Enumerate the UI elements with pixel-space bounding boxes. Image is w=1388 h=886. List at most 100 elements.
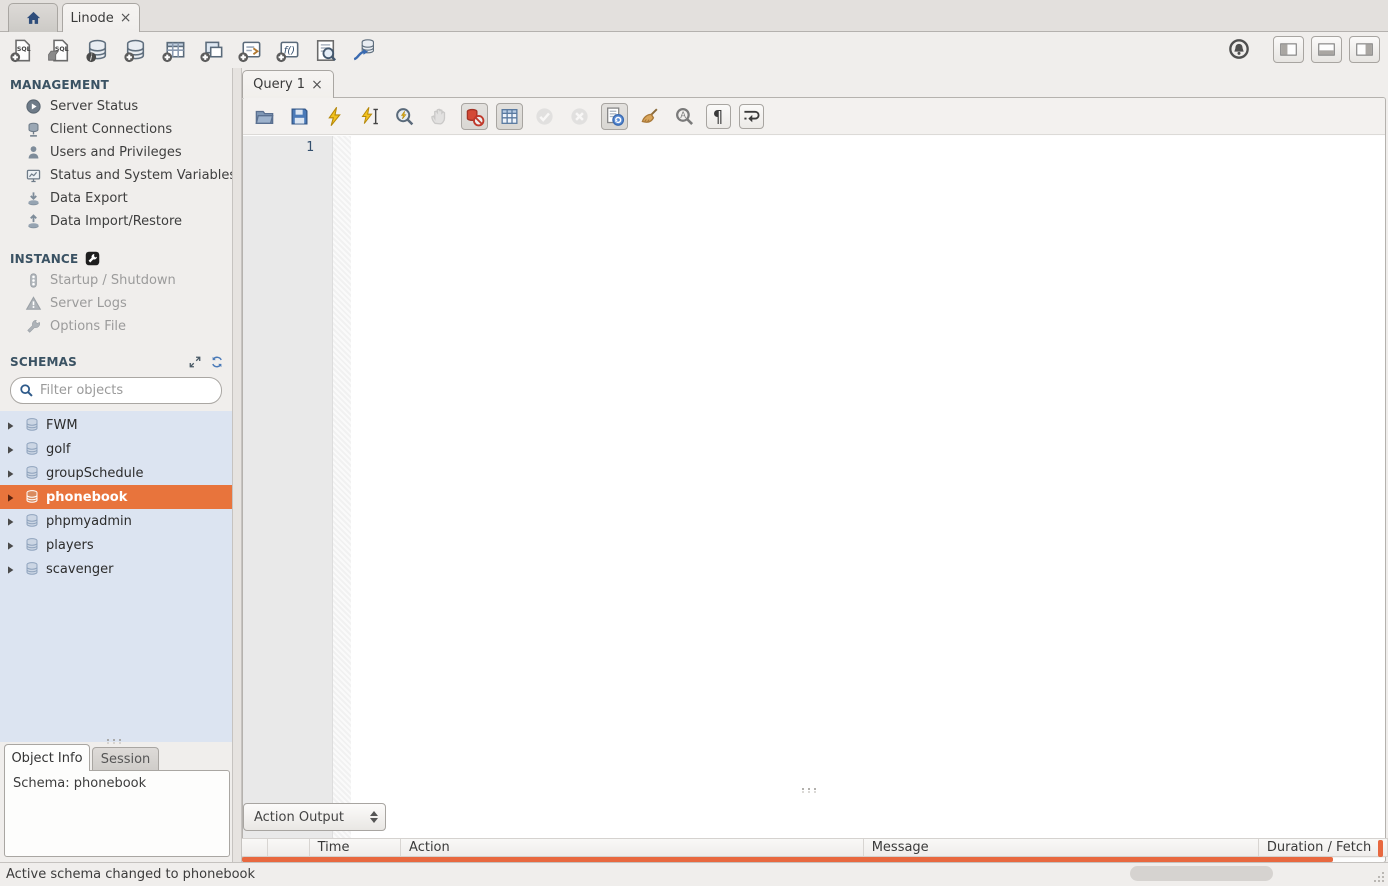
status-message: Active schema changed to phonebook [6, 867, 255, 882]
reconnect-database-icon[interactable] [350, 37, 377, 64]
close-tab-icon[interactable]: × [120, 11, 132, 25]
search-icon [19, 383, 34, 398]
create-schema-icon[interactable] [122, 37, 149, 64]
sidebar-item-client-connections[interactable]: Client Connections [0, 118, 232, 141]
sidebar-item-label: Data Import/Restore [50, 214, 182, 229]
stop-on-error-icon[interactable] [461, 103, 488, 130]
schema-phpmyadmin[interactable]: phpmyadmin [0, 509, 232, 533]
status-scrollbar-thumb[interactable] [1130, 866, 1273, 881]
connection-tab-linode[interactable]: Linode × [62, 3, 140, 32]
tab-object-info[interactable]: Object Info [4, 744, 90, 771]
new-sql-tab-icon[interactable]: SQL [8, 37, 35, 64]
query-tab-label: Query 1 [253, 77, 305, 92]
expander-icon[interactable] [6, 517, 15, 526]
invisible-chars-icon[interactable]: ¶ [706, 104, 731, 129]
svg-text:SQL: SQL [17, 45, 31, 52]
sidebar-item-label: Status and System Variables [50, 168, 232, 183]
sidebar-splitter[interactable] [232, 68, 242, 862]
expand-schemas-icon[interactable] [188, 355, 202, 369]
wrap-text-icon[interactable] [739, 104, 764, 129]
query-tab[interactable]: Query 1 × [242, 70, 334, 98]
window-tab-strip: Linode × [0, 0, 1388, 32]
database-inspector-icon[interactable]: i [84, 37, 111, 64]
autocommit-icon[interactable] [601, 103, 628, 130]
output-column-message[interactable]: Message [864, 839, 1259, 856]
output-type-select[interactable]: Action Output [243, 803, 386, 831]
fold-margin [333, 136, 351, 845]
data-import-icon [25, 213, 42, 230]
execute-icon[interactable] [321, 103, 348, 130]
explain-icon[interactable] [391, 103, 418, 130]
toggle-bottom-panel-icon[interactable] [1311, 36, 1342, 63]
output-vertical-scrollbar[interactable] [1378, 840, 1383, 857]
close-query-tab-icon[interactable]: × [311, 78, 323, 92]
sidebar-item-status-and-system-variables[interactable]: Status and System Variables [0, 164, 232, 187]
query-area: Query 1 × A ¶ 1 Action Output TimeActionM… [242, 68, 1388, 862]
schema-phonebook[interactable]: phonebook [0, 485, 232, 509]
limit-rows-icon[interactable] [496, 103, 523, 130]
schema-fwm[interactable]: FWM [0, 413, 232, 437]
sidebar-item-server-logs[interactable]: Server Logs [0, 292, 232, 315]
schema-groupschedule[interactable]: groupSchedule [0, 461, 232, 485]
output-splitter-handle[interactable] [800, 787, 826, 794]
window-resize-grip[interactable] [1371, 869, 1385, 883]
beautify-icon[interactable] [636, 103, 663, 130]
create-procedure-icon[interactable] [236, 37, 263, 64]
open-script-icon[interactable] [251, 103, 278, 130]
sidebar-item-users-and-privileges[interactable]: Users and Privileges [0, 141, 232, 164]
expander-icon[interactable] [6, 493, 15, 502]
toggle-left-panel-icon[interactable] [1273, 36, 1304, 63]
sidebar-item-options-file[interactable]: Options File [0, 315, 232, 338]
schema-icon [24, 513, 40, 529]
sidebar-item-data-export[interactable]: Data Export [0, 187, 232, 210]
sidebar-item-server-status[interactable]: Server Status [0, 95, 232, 118]
find-icon[interactable]: A [671, 103, 698, 130]
expander-icon[interactable] [6, 445, 15, 454]
create-table-icon[interactable] [160, 37, 187, 64]
sql-code-area[interactable] [351, 136, 1385, 845]
sidebar-item-label: Server Logs [50, 296, 127, 311]
output-column-blank-1[interactable] [268, 839, 310, 856]
search-objects-icon[interactable] [312, 37, 339, 64]
output-column-action[interactable]: Action [401, 839, 864, 856]
schemas-section-header: SCHEMAS [0, 351, 232, 372]
output-column-duration-fetch[interactable]: Duration / Fetch [1259, 839, 1388, 856]
commit-icon [531, 103, 558, 130]
open-sql-script-icon[interactable]: SQL [46, 37, 73, 64]
rollback-icon [566, 103, 593, 130]
schema-name: FWM [46, 418, 78, 433]
sidebar-item-startup-shutdown[interactable]: Startup / Shutdown [0, 269, 232, 292]
startup-shutdown-icon [25, 272, 42, 289]
notification-icon[interactable] [1228, 38, 1252, 62]
options-file-icon [25, 318, 42, 335]
schema-filter[interactable] [10, 377, 222, 404]
tab-session[interactable]: Session [92, 747, 159, 771]
schema-golf[interactable]: golf [0, 437, 232, 461]
server-status-icon [25, 98, 42, 115]
expander-icon[interactable] [6, 421, 15, 430]
schema-scavenger[interactable]: scavenger [0, 557, 232, 581]
home-tab[interactable] [8, 3, 58, 32]
create-view-icon[interactable] [198, 37, 225, 64]
output-column-time[interactable]: Time [310, 839, 401, 856]
sidebar-item-data-import-restore[interactable]: Data Import/Restore [0, 210, 232, 233]
schema-icon [24, 465, 40, 481]
main-toolbar: SQL SQL i f() [0, 32, 1388, 68]
object-info-panel: Schema: phonebook [4, 770, 230, 857]
refresh-schemas-icon[interactable] [210, 355, 224, 369]
schema-filter-input[interactable] [40, 383, 213, 398]
create-function-icon[interactable]: f() [274, 37, 301, 64]
server-logs-icon [25, 295, 42, 312]
line-number: 1 [243, 136, 332, 155]
expander-icon[interactable] [6, 469, 15, 478]
schema-players[interactable]: players [0, 533, 232, 557]
sql-editor-panel: A ¶ 1 [242, 97, 1386, 863]
output-type-label: Action Output [254, 810, 344, 825]
svg-text:¶: ¶ [713, 107, 723, 126]
expander-icon[interactable] [6, 565, 15, 574]
execute-current-icon[interactable] [356, 103, 383, 130]
output-column-blank-0[interactable] [242, 839, 268, 856]
expander-icon[interactable] [6, 541, 15, 550]
save-script-icon[interactable] [286, 103, 313, 130]
toggle-right-panel-icon[interactable] [1349, 36, 1380, 63]
